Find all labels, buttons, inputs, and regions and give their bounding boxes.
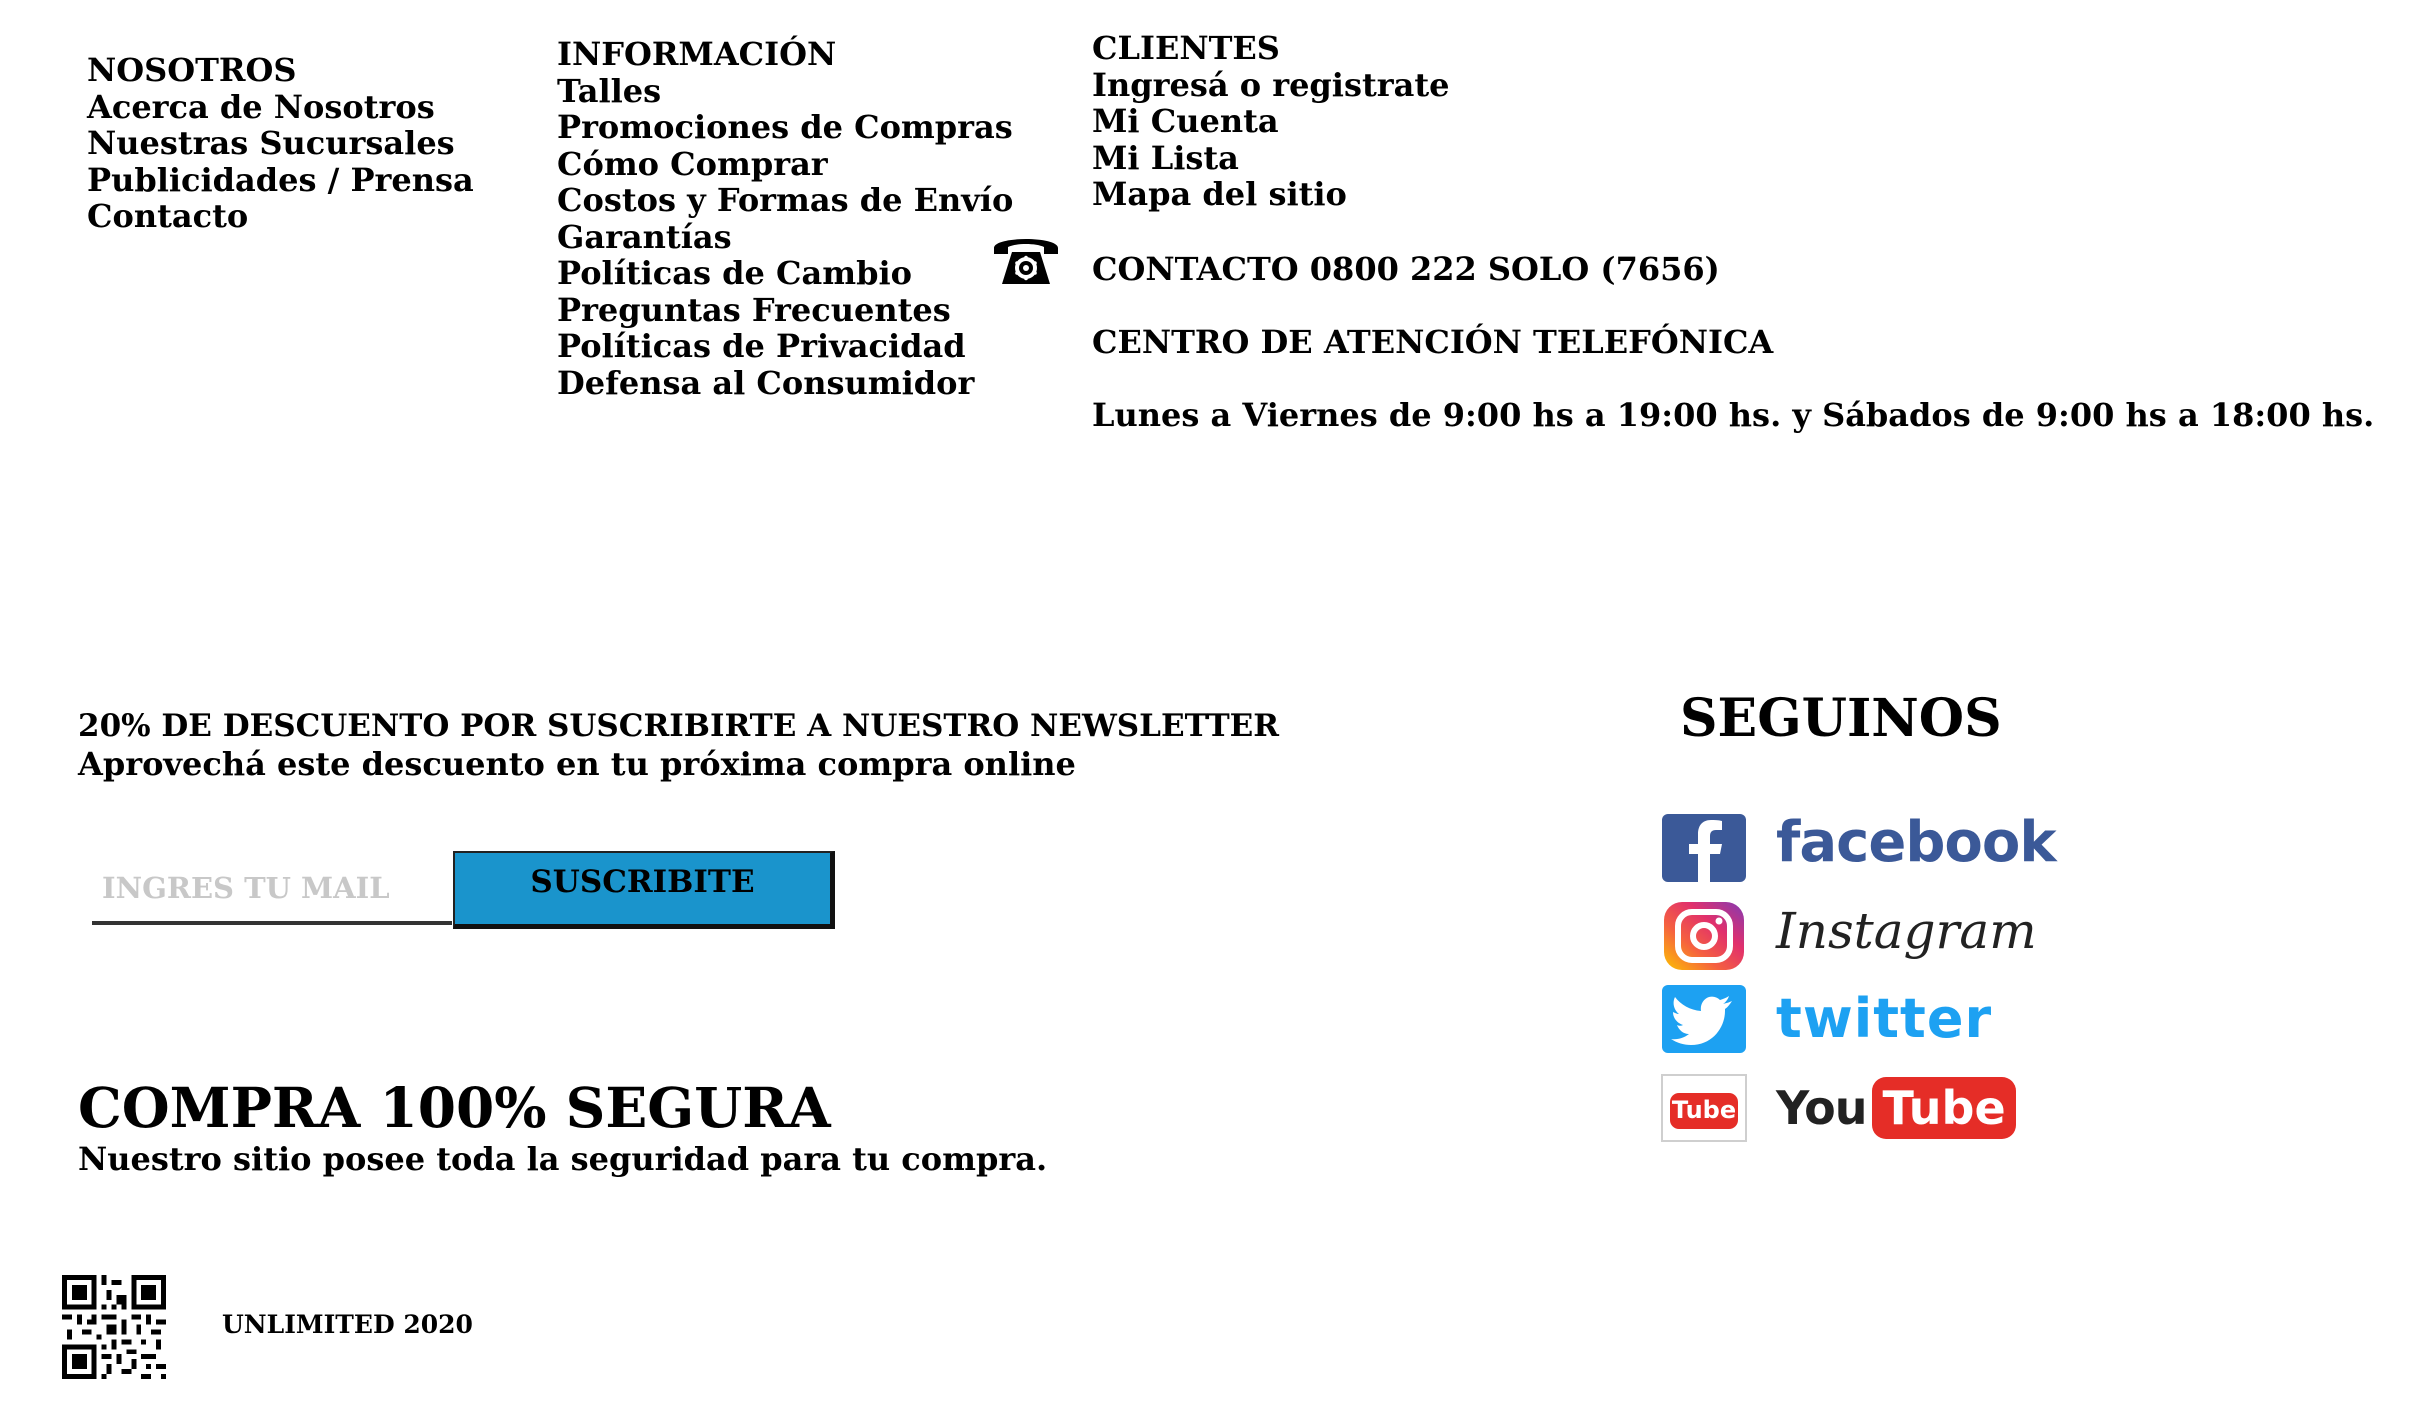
- youtube-label: You Tube: [1776, 1077, 2016, 1139]
- twitter-icon: [1662, 985, 1746, 1053]
- link-mi-lista[interactable]: Mi Lista: [1092, 139, 1449, 177]
- secure-purchase-subtitle: Nuestro sitio posee toda la seguridad pa…: [78, 1140, 1048, 1178]
- link-ingresa-registrate[interactable]: Ingresá o registrate: [1092, 66, 1449, 104]
- clientes-column: CLIENTES Ingresá o registrate Mi Cuenta …: [1092, 30, 1449, 213]
- link-costos-envio[interactable]: Costos y Formas de Envío: [557, 182, 1013, 219]
- contact-phone-line: CONTACTO 0800 222 SOLO (7656): [1092, 250, 1720, 288]
- link-promociones-de-compras[interactable]: Promociones de Compras: [557, 109, 1013, 146]
- link-garantias[interactable]: Garantías: [557, 218, 1013, 256]
- informacion-heading: INFORMACIÓN: [557, 35, 837, 73]
- instagram-link[interactable]: Instagram: [1660, 902, 2037, 972]
- facebook-link[interactable]: facebook: [1660, 810, 2057, 884]
- facebook-icon: [1662, 814, 1746, 882]
- email-input[interactable]: [92, 855, 452, 925]
- link-mi-cuenta[interactable]: Mi Cuenta: [1092, 103, 1449, 140]
- newsletter-subtitle: Aprovechá este descuento en tu próxima c…: [78, 745, 1076, 783]
- informacion-column: INFORMACIÓN Talles Promociones de Compra…: [557, 36, 1013, 401]
- link-talles[interactable]: Talles: [557, 72, 1013, 110]
- youtube-icon-label: Tube: [1671, 1096, 1737, 1124]
- link-nuestras-sucursales[interactable]: Nuestras Sucursales: [87, 125, 474, 162]
- link-como-comprar[interactable]: Cómo Comprar: [557, 145, 1013, 183]
- subscribe-button[interactable]: SUSCRIBITE: [453, 851, 835, 929]
- youtube-label-you: You: [1776, 1081, 1867, 1135]
- footer-page: NOSOTROS Acerca de Nosotros Nuestras Suc…: [0, 0, 2409, 1417]
- link-contacto[interactable]: Contacto: [87, 198, 474, 235]
- youtube-label-tube: Tube: [1872, 1077, 2016, 1139]
- nosotros-column: NOSOTROS Acerca de Nosotros Nuestras Suc…: [87, 52, 474, 235]
- qr-code-icon[interactable]: [62, 1275, 166, 1379]
- twitter-link[interactable]: twitter: [1660, 985, 1991, 1055]
- link-politicas-de-cambio[interactable]: Políticas de Cambio: [557, 255, 1013, 292]
- newsletter-title: 20% DE DESCUENTO POR SUSCRIBIRTE A NUEST…: [78, 708, 1280, 744]
- social-heading: SEGUINOS: [1680, 688, 2002, 749]
- secure-purchase-title: COMPRA 100% SEGURA: [78, 1075, 831, 1140]
- link-mapa-del-sitio[interactable]: Mapa del sitio: [1092, 176, 1449, 213]
- link-defensa-al-consumidor[interactable]: Defensa al Consumidor: [557, 364, 1013, 402]
- telephone-icon: [994, 239, 1058, 284]
- instagram-icon: [1664, 902, 1744, 970]
- instagram-label: Instagram: [1776, 902, 2037, 960]
- call-center-label: CENTRO DE ATENCIÓN TELEFÓNICA: [1092, 323, 1774, 361]
- link-publicidades-prensa[interactable]: Publicidades / Prensa: [87, 161, 474, 199]
- business-hours: Lunes a Viernes de 9:00 hs a 19:00 hs. y…: [1092, 396, 2375, 434]
- twitter-label: twitter: [1776, 987, 1993, 1050]
- clientes-heading: CLIENTES: [1092, 29, 1280, 67]
- youtube-link[interactable]: Tube You Tube: [1660, 1073, 2016, 1143]
- nosotros-heading: NOSOTROS: [87, 51, 297, 89]
- link-politicas-de-privacidad[interactable]: Políticas de Privacidad: [557, 328, 1013, 365]
- link-preguntas-frecuentes[interactable]: Preguntas Frecuentes: [557, 291, 1013, 329]
- link-acerca-de-nosotros[interactable]: Acerca de Nosotros: [87, 88, 474, 126]
- facebook-label: facebook: [1776, 810, 2057, 875]
- copyright-text: UNLIMITED 2020: [222, 1310, 473, 1339]
